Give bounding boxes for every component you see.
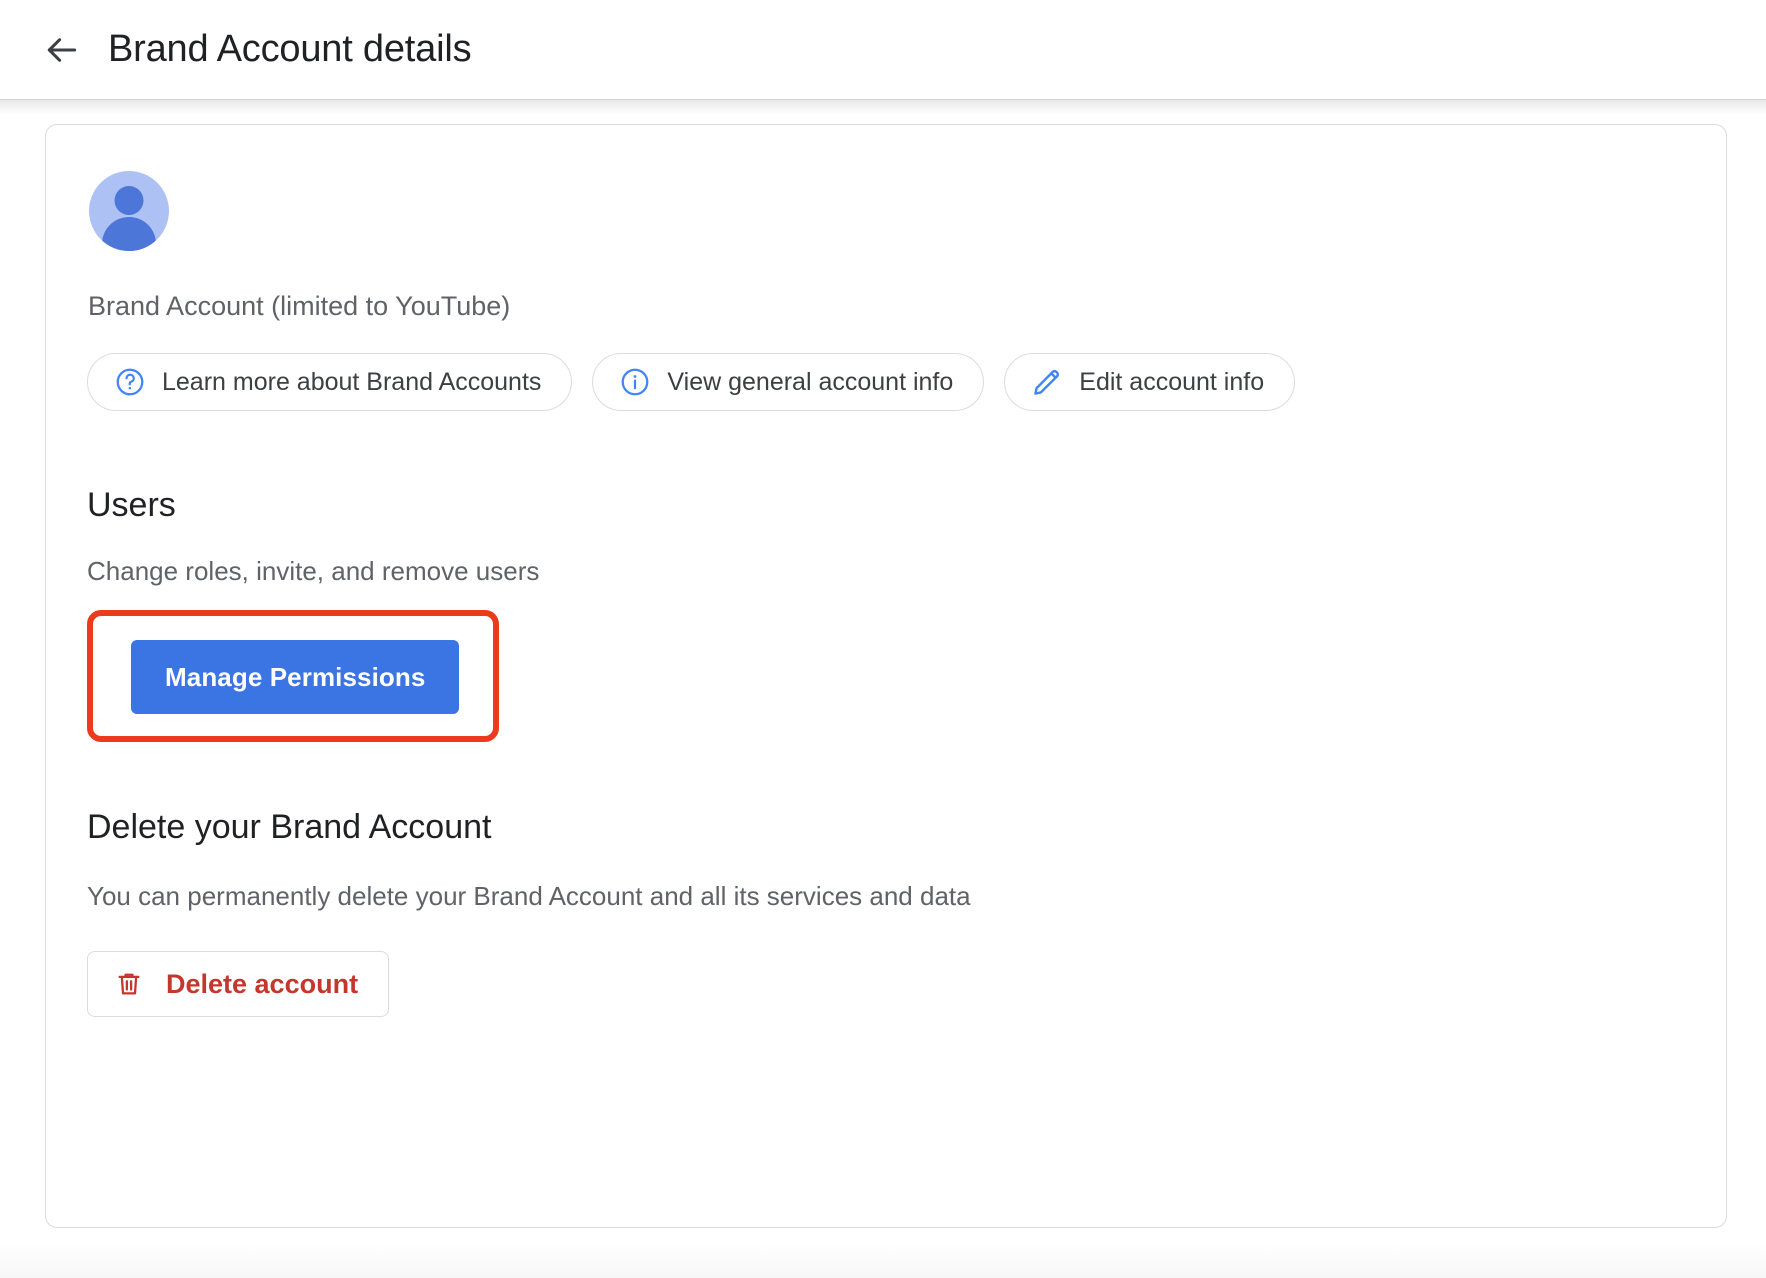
- learn-more-chip[interactable]: Learn more about Brand Accounts: [87, 353, 573, 412]
- edit-account-info-chip[interactable]: Edit account info: [1004, 353, 1296, 412]
- view-account-info-chip-label: View general account info: [667, 367, 954, 396]
- avatar-head: [114, 186, 144, 215]
- learn-more-chip-label: Learn more about Brand Accounts: [162, 367, 542, 396]
- delete-section-title: Delete your Brand Account: [87, 808, 492, 847]
- delete-account-button[interactable]: Delete account: [87, 951, 390, 1018]
- delete-section-subtitle: You can permanently delete your Brand Ac…: [87, 881, 971, 912]
- edit-account-info-chip-label: Edit account info: [1079, 367, 1265, 396]
- account-action-chips: Learn more about Brand Accounts View gen…: [87, 353, 1682, 412]
- account-type-label: Brand Account (limited to YouTube): [88, 291, 511, 321]
- content-area: Brand Account (limited to YouTube) Learn…: [0, 100, 1766, 1278]
- delete-account-button-label: Delete account: [166, 968, 359, 999]
- manage-permissions-area: Manage Permissions: [87, 610, 499, 743]
- users-section-subtitle: Change roles, invite, and remove users: [87, 556, 540, 587]
- pencil-edit-icon: [1031, 366, 1063, 398]
- arrow-left-icon: [43, 31, 81, 69]
- app-header: Brand Account details: [0, 0, 1766, 100]
- bottom-fade: [0, 1242, 1766, 1278]
- view-account-info-chip[interactable]: View general account info: [592, 353, 985, 412]
- page-title: Brand Account details: [108, 28, 472, 71]
- back-button[interactable]: [38, 26, 86, 74]
- brand-account-card: Brand Account (limited to YouTube) Learn…: [45, 124, 1727, 1228]
- person-avatar-icon: [89, 171, 169, 251]
- avatar-body: [102, 217, 156, 251]
- help-circle-icon: [114, 366, 146, 398]
- manage-permissions-button[interactable]: Manage Permissions: [131, 640, 460, 715]
- info-circle-icon: [619, 366, 651, 398]
- users-section-title: Users: [87, 486, 176, 525]
- trash-icon: [114, 969, 144, 999]
